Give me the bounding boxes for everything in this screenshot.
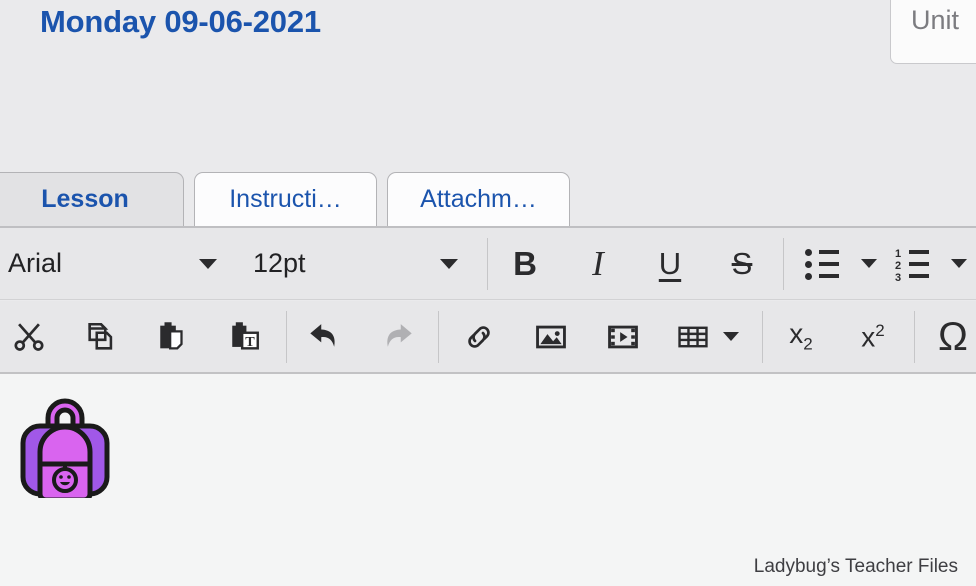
header-bar: Monday 09-06-2021 Unit bbox=[0, 0, 976, 170]
font-family-select[interactable]: Arial bbox=[0, 228, 230, 299]
bulleted-list-icon bbox=[805, 248, 839, 280]
font-size-value: 12pt bbox=[253, 248, 306, 278]
lesson-content-area[interactable]: Ladybug’s Teacher Files bbox=[0, 374, 976, 586]
paste-icon bbox=[160, 321, 183, 349]
table-icon bbox=[678, 326, 708, 347]
copy-button[interactable] bbox=[76, 301, 126, 372]
superscript-base: x bbox=[861, 321, 876, 353]
superscript-button[interactable]: x2 bbox=[848, 301, 898, 372]
table-button[interactable] bbox=[668, 301, 718, 372]
toolbar-separator bbox=[286, 311, 287, 363]
unit-button[interactable]: Unit bbox=[890, 0, 976, 64]
chevron-down-icon bbox=[199, 259, 217, 269]
special-character-button[interactable]: Ω bbox=[928, 301, 976, 372]
tab-attachments[interactable]: Attachm… bbox=[387, 172, 570, 226]
toolbar-separator bbox=[914, 311, 915, 363]
bold-icon: B bbox=[513, 245, 537, 282]
backpack-image[interactable] bbox=[18, 390, 112, 498]
chevron-down-icon bbox=[440, 259, 458, 269]
italic-icon: I bbox=[592, 244, 604, 283]
strikethrough-icon: S bbox=[731, 246, 753, 281]
tab-attachments-label: Attachm… bbox=[420, 185, 537, 213]
numbered-list-digit: 2 bbox=[895, 259, 902, 272]
toolbar-separator bbox=[783, 238, 784, 290]
watermark-text: Ladybug’s Teacher Files bbox=[753, 556, 958, 577]
table-options-button[interactable] bbox=[716, 301, 746, 372]
italic-button[interactable]: I bbox=[573, 228, 623, 299]
superscript-icon: x2 bbox=[861, 322, 884, 351]
underline-icon: U bbox=[658, 246, 682, 281]
tab-strip: Lesson Instructi… Attachm… bbox=[0, 170, 976, 228]
superscript-digit: 2 bbox=[875, 320, 885, 340]
numbered-list-digit: 3 bbox=[895, 271, 902, 284]
font-family-value: Arial bbox=[8, 248, 63, 278]
chevron-down-icon bbox=[861, 259, 877, 268]
image-button[interactable] bbox=[526, 301, 576, 372]
tab-lesson[interactable]: Lesson bbox=[0, 172, 184, 226]
subscript-icon: x2 bbox=[789, 320, 812, 353]
chevron-down-icon bbox=[951, 259, 967, 268]
subscript-button[interactable]: x2 bbox=[776, 301, 826, 372]
chevron-down-icon bbox=[723, 332, 739, 341]
font-size-select[interactable]: 12pt bbox=[245, 228, 475, 299]
numbered-list-button[interactable]: 1 2 3 bbox=[890, 228, 934, 299]
editing-toolbar: T x2 x2 Ω bbox=[0, 301, 976, 374]
cut-button[interactable] bbox=[4, 301, 54, 372]
formatting-toolbar: Arial 12pt B I U S 1 2 3 bbox=[0, 228, 976, 300]
video-button[interactable] bbox=[598, 301, 648, 372]
numbered-list-options-button[interactable] bbox=[944, 228, 974, 299]
omega-icon: Ω bbox=[938, 314, 968, 359]
paste-button[interactable] bbox=[148, 301, 198, 372]
undo-button[interactable] bbox=[300, 301, 350, 372]
numbered-list-icon: 1 2 3 bbox=[895, 247, 929, 283]
subscript-digit: 2 bbox=[803, 334, 813, 354]
tab-instructions[interactable]: Instructi… bbox=[194, 172, 377, 226]
paste-text-letter: T bbox=[245, 333, 255, 349]
scissors-icon bbox=[14, 322, 44, 351]
copy-icon bbox=[88, 322, 113, 350]
bulleted-list-options-button[interactable] bbox=[854, 228, 884, 299]
paste-text-icon: T bbox=[232, 321, 259, 349]
redo-button[interactable] bbox=[372, 301, 422, 372]
toolbar-separator bbox=[438, 311, 439, 363]
tab-lesson-label: Lesson bbox=[41, 185, 129, 213]
numbered-list-digit: 1 bbox=[895, 247, 902, 260]
toolbar-separator bbox=[487, 238, 488, 290]
strikethrough-button[interactable]: S bbox=[717, 228, 767, 299]
tab-instructions-label: Instructi… bbox=[229, 185, 342, 213]
paste-as-text-button[interactable]: T bbox=[220, 301, 270, 372]
bulleted-list-button[interactable] bbox=[800, 228, 844, 299]
editor-window: Monday 09-06-2021 Unit Lesson Instructi…… bbox=[0, 0, 976, 586]
underline-button[interactable]: U bbox=[645, 228, 695, 299]
subscript-base: x bbox=[789, 318, 804, 350]
undo-arrow-icon bbox=[310, 323, 335, 347]
link-button[interactable] bbox=[454, 301, 504, 372]
redo-arrow-icon bbox=[387, 323, 412, 347]
toolbar-separator bbox=[762, 311, 763, 363]
image-icon bbox=[536, 325, 566, 348]
video-icon bbox=[608, 325, 638, 348]
bold-button[interactable]: B bbox=[500, 228, 550, 299]
unit-button-label: Unit bbox=[911, 5, 960, 35]
link-icon bbox=[468, 325, 490, 348]
page-title: Monday 09-06-2021 bbox=[40, 4, 321, 39]
